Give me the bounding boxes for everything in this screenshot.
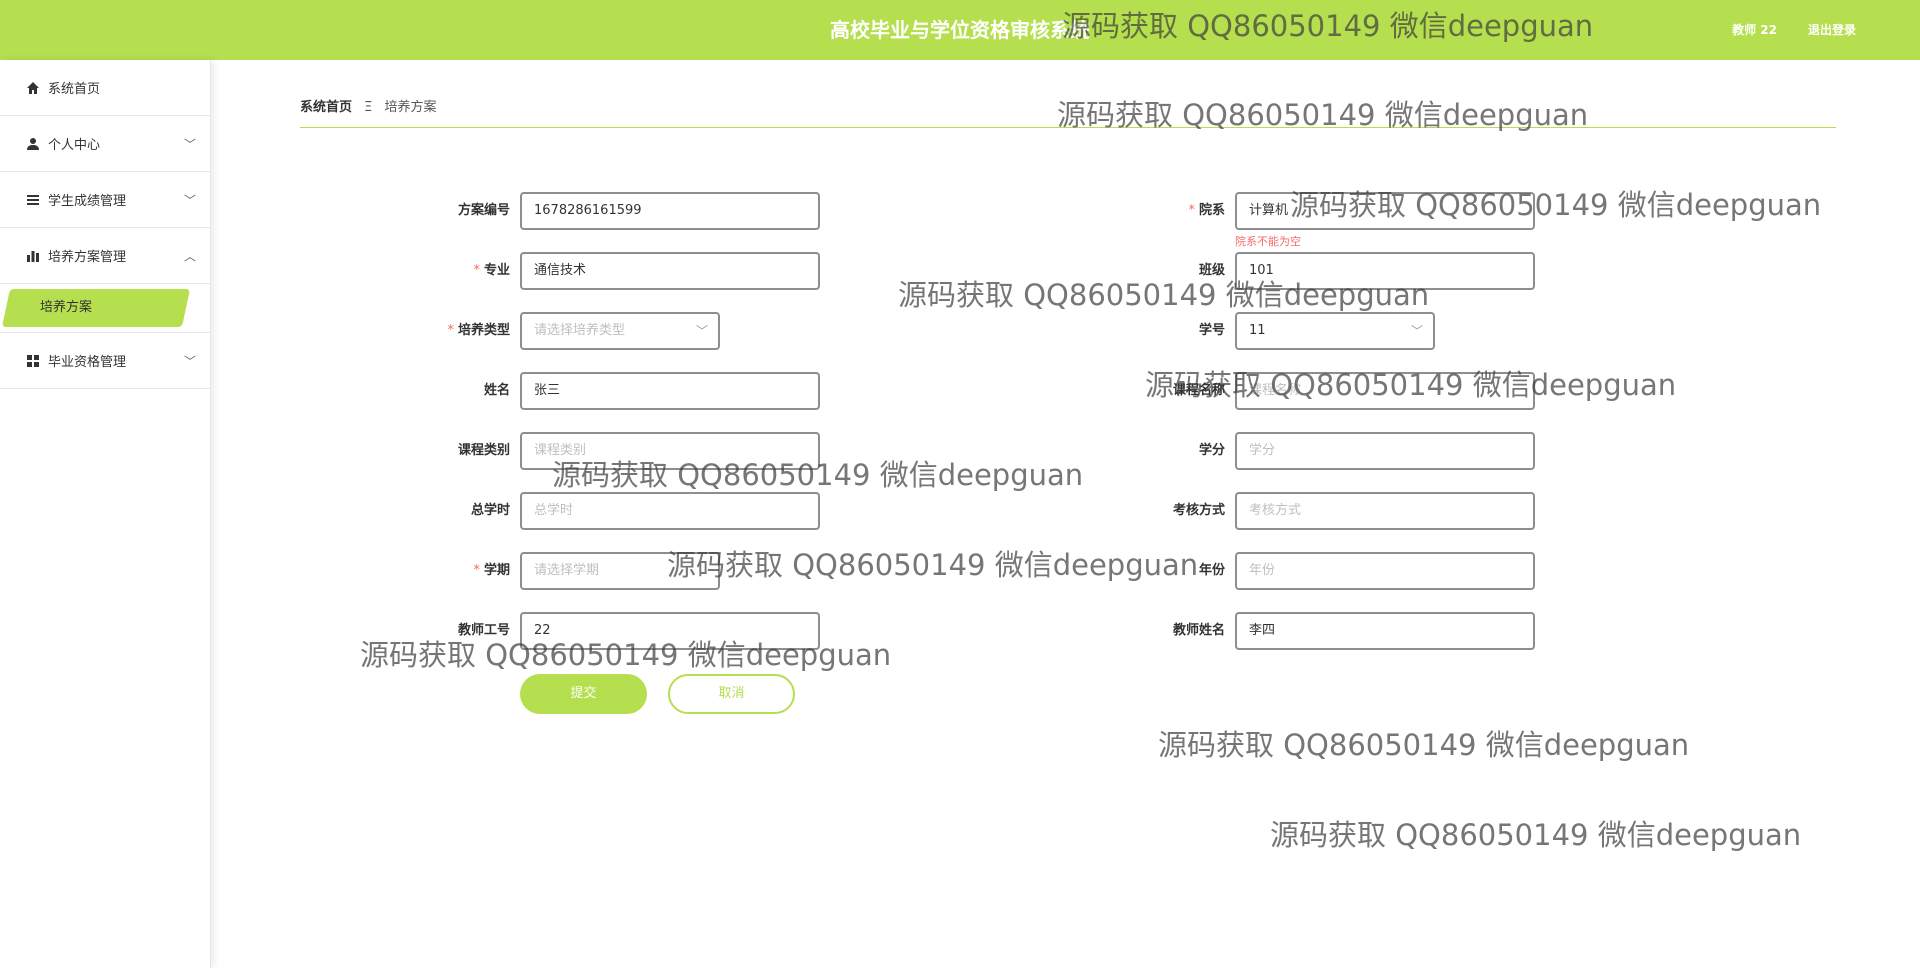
logout-link[interactable]: 退出登录: [1808, 0, 1856, 60]
teacher-name-input[interactable]: 李四: [1235, 612, 1535, 650]
class-input[interactable]: 101: [1235, 252, 1535, 290]
sidebar-item-label: 系统首页: [48, 82, 101, 97]
bar-chart-icon: [26, 249, 40, 263]
student-id-select[interactable]: 11 ﹀: [1235, 312, 1435, 350]
home-icon: [26, 81, 40, 95]
top-header: 高校毕业与学位资格审核系统 教师 22 退出登录: [0, 0, 1920, 60]
sidebar-subitem-training-plan[interactable]: 培养方案: [0, 284, 210, 333]
total-hours-label: 总学时: [470, 503, 510, 518]
breadcrumb-divider: [300, 127, 1836, 128]
year-input[interactable]: 年份: [1235, 552, 1535, 590]
plan-number-label: 方案编号: [457, 203, 510, 218]
watermark: 源码获取 QQ86050149 微信deepguan: [1158, 728, 1690, 762]
semester-label: * 学期: [473, 563, 510, 578]
active-highlight: [1, 289, 191, 327]
breadcrumb-home[interactable]: 系统首页: [300, 100, 352, 115]
course-name-input[interactable]: 课程名称: [1235, 372, 1535, 410]
sidebar-item-label: 学生成绩管理: [48, 194, 127, 209]
department-label: * 院系: [1188, 203, 1225, 218]
sidebar: 系统首页 个人中心 ﹀ 学生成绩管理 ﹀ 培养方案管理 ︿ 培养方案 毕业资格管…: [0, 60, 211, 968]
assessment-input[interactable]: 考核方式: [1235, 492, 1535, 530]
sidebar-item-home[interactable]: 系统首页: [0, 60, 210, 116]
cancel-button[interactable]: 取消: [668, 674, 795, 714]
course-category-label: 课程类别: [457, 443, 510, 458]
credit-label: 学分: [1198, 443, 1225, 458]
major-label: * 专业: [473, 263, 510, 278]
breadcrumb-current: 培养方案: [384, 100, 437, 115]
sidebar-item-training-plan[interactable]: 培养方案管理 ︿: [0, 228, 210, 284]
breadcrumb-separator-icon: Ξ: [364, 100, 373, 115]
student-id-value: 11: [1249, 323, 1266, 338]
chevron-up-icon: ︿: [183, 249, 196, 263]
major-input[interactable]: 通信技术: [520, 252, 820, 290]
training-type-select[interactable]: 请选择培养类型 ﹀: [520, 312, 720, 350]
class-label: 班级: [1198, 263, 1225, 278]
list-icon: [26, 193, 40, 207]
watermark: 源码获取 QQ86050149 微信deepguan: [1270, 818, 1802, 852]
name-label: 姓名: [483, 383, 510, 398]
chevron-down-icon: ﹀: [183, 354, 196, 368]
assessment-label: 考核方式: [1172, 503, 1225, 518]
sidebar-subitem-label: 培养方案: [40, 300, 93, 315]
semester-placeholder: 请选择学期: [534, 563, 600, 578]
sidebar-item-graduation[interactable]: 毕业资格管理 ﹀: [0, 333, 210, 389]
sidebar-item-label: 个人中心: [48, 138, 101, 153]
chevron-down-icon: ﹀: [183, 137, 196, 151]
chevron-down-icon: ﹀: [1410, 324, 1423, 338]
current-user: 教师 22: [1732, 23, 1777, 37]
breadcrumb: 系统首页 Ξ 培养方案: [300, 96, 437, 115]
course-name-label: 课程名称: [1172, 383, 1225, 398]
chevron-down-icon: ﹀: [695, 324, 708, 338]
chevron-down-icon: ﹀: [183, 193, 196, 207]
grid-icon: [26, 354, 40, 368]
sidebar-item-grades[interactable]: 学生成绩管理 ﹀: [0, 172, 210, 228]
year-label: 年份: [1198, 563, 1225, 578]
name-input[interactable]: 张三: [520, 372, 820, 410]
training-type-placeholder: 请选择培养类型: [534, 323, 626, 338]
user-icon: [26, 137, 40, 151]
student-id-label: 学号: [1198, 323, 1225, 338]
app-title: 高校毕业与学位资格审核系统: [830, 18, 1090, 42]
department-error: 院系不能为空: [1235, 235, 1301, 248]
total-hours-input[interactable]: 总学时: [520, 492, 820, 530]
department-input[interactable]: 计算机: [1235, 192, 1535, 230]
plan-number-input[interactable]: 1678286161599: [520, 192, 820, 230]
sidebar-item-label: 毕业资格管理: [48, 355, 127, 370]
semester-select[interactable]: 请选择学期: [520, 552, 720, 590]
teacher-name-label: 教师姓名: [1172, 623, 1225, 638]
training-type-label: * 培养类型: [447, 323, 510, 338]
sidebar-item-personal-center[interactable]: 个人中心 ﹀: [0, 116, 210, 172]
teacher-id-label: 教师工号: [457, 623, 510, 638]
credit-input[interactable]: 学分: [1235, 432, 1535, 470]
course-category-input[interactable]: 课程类别: [520, 432, 820, 470]
sidebar-item-label: 培养方案管理: [48, 250, 127, 265]
teacher-id-input[interactable]: 22: [520, 612, 820, 650]
submit-button[interactable]: 提交: [520, 674, 647, 714]
